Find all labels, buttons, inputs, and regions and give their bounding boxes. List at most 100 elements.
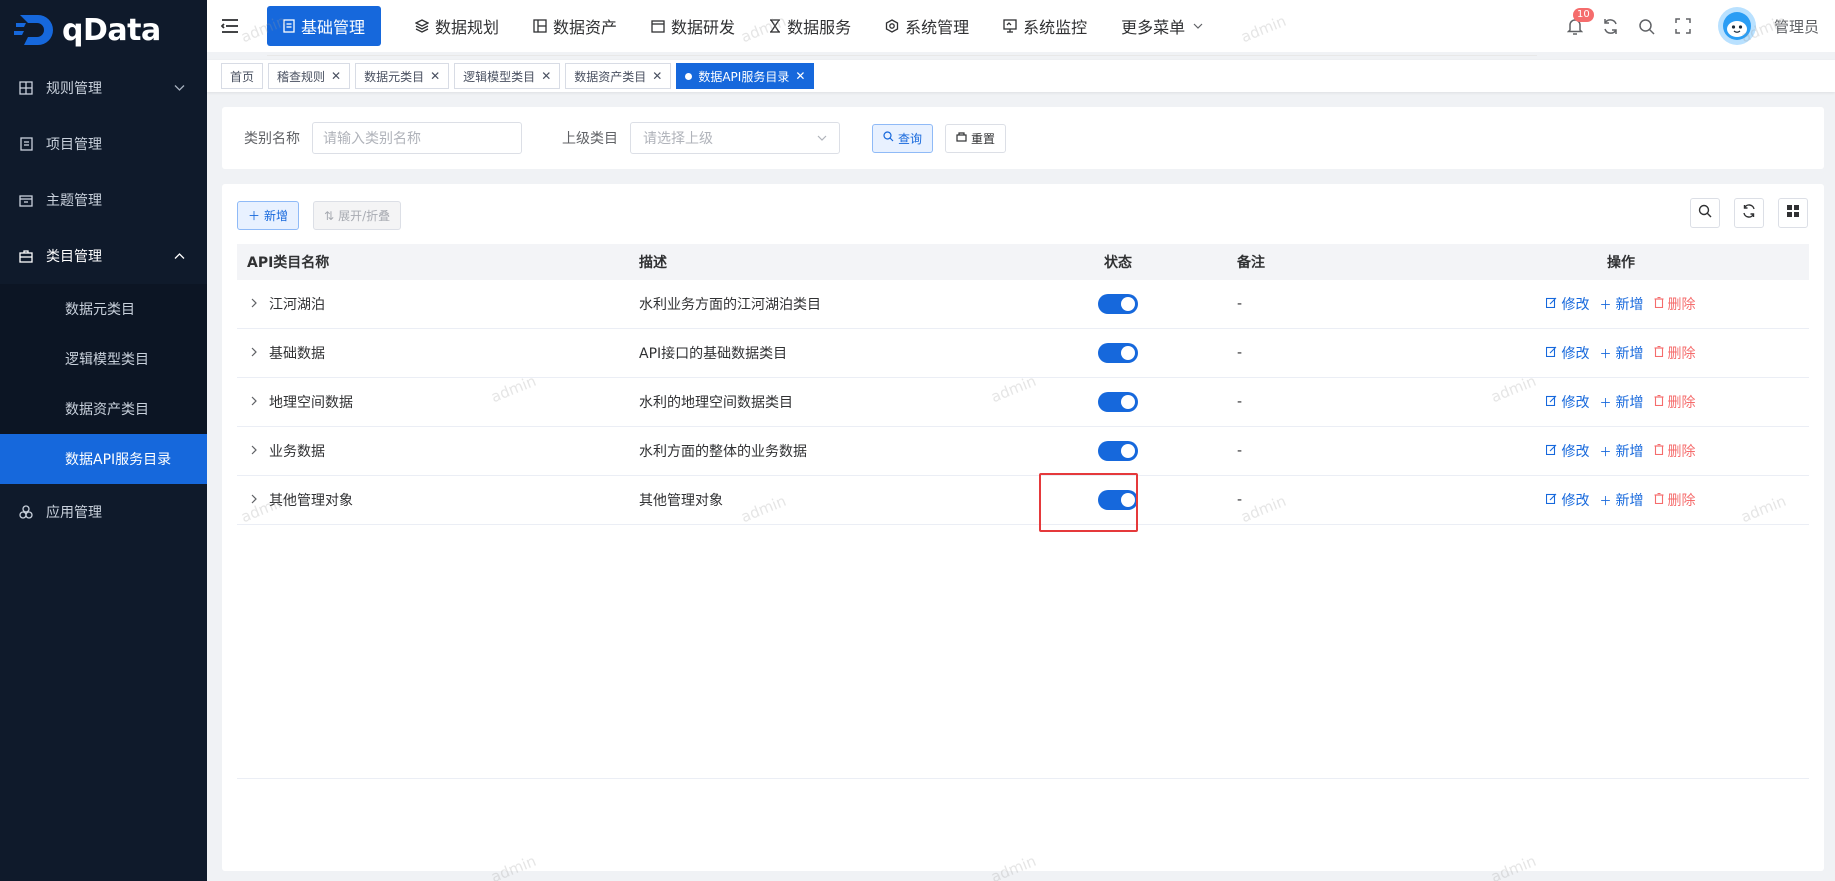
chevron-right-icon[interactable]: [251, 493, 257, 507]
delete-button[interactable]: 删除: [1654, 343, 1696, 363]
action-label: 新增: [1615, 444, 1644, 460]
chevron-right-icon[interactable]: [251, 297, 257, 311]
chevron-right-icon[interactable]: [251, 444, 257, 458]
sidebar-submenu-categories: 数据元类目 逻辑模型类目 数据资产类目 数据API服务目录: [0, 284, 207, 484]
status-switch[interactable]: [1098, 441, 1138, 461]
actions-cell: 修改 ＋新增 删除: [1433, 294, 1809, 314]
sidebar-item-categories[interactable]: 类目管理: [0, 228, 207, 284]
status-switch[interactable]: [1098, 294, 1138, 314]
edit-button[interactable]: 修改: [1546, 392, 1589, 412]
nav-label: 数据研发: [671, 18, 736, 37]
remark-cell: -: [1237, 296, 1243, 312]
tag-data-asset-category[interactable]: 数据资产类目 ✕: [565, 63, 672, 89]
reset-button[interactable]: 重置: [945, 123, 1007, 153]
action-label: 修改: [1561, 346, 1590, 362]
add-child-button[interactable]: ＋新增: [1599, 392, 1643, 412]
close-icon[interactable]: ✕: [430, 69, 440, 83]
nav-basic-management[interactable]: 基础管理: [267, 6, 382, 46]
sidebar-item-data-asset-category[interactable]: 数据资产类目: [0, 384, 207, 434]
tag-label: 数据元类目: [364, 69, 425, 84]
tag-label: 稽查规则: [277, 69, 326, 84]
delete-button[interactable]: 删除: [1654, 392, 1696, 412]
tag-logic-model-category[interactable]: 逻辑模型类目 ✕: [454, 63, 561, 89]
table-card: ＋ 新增 ⇅ 展开/折叠 API类目名称 描述 状态 备注 操作 江河湖泊 水利业…: [222, 184, 1824, 871]
toggle-search-button[interactable]: [1690, 198, 1720, 228]
close-icon[interactable]: ✕: [541, 69, 551, 83]
remark-cell: -: [1237, 492, 1243, 508]
sidebar-item-topics[interactable]: 主题管理: [0, 172, 207, 228]
nav-data-development[interactable]: 数据研发: [635, 6, 751, 46]
add-button[interactable]: ＋ 新增: [237, 201, 300, 230]
tag-data-element-category[interactable]: 数据元类目 ✕: [355, 63, 450, 89]
table-row: 地理空间数据 水利的地理空间数据类目 - 修改 ＋新增 删除: [237, 378, 1809, 427]
menu-toggle-icon[interactable]: [220, 18, 239, 34]
tag-audit-rules[interactable]: 稽查规则 ✕: [268, 63, 351, 89]
action-label: 新增: [1615, 493, 1644, 509]
refresh-icon[interactable]: [1602, 17, 1620, 35]
query-button[interactable]: 查询: [872, 123, 934, 153]
delete-button[interactable]: 删除: [1654, 490, 1696, 510]
nav-label: 更多菜单: [1121, 18, 1186, 37]
fullscreen-icon[interactable]: [1674, 17, 1692, 35]
status-cell: [1033, 392, 1203, 412]
edit-button[interactable]: 修改: [1546, 490, 1589, 510]
edit-button[interactable]: 修改: [1546, 294, 1589, 314]
tag-api-service-catalog[interactable]: 数据API服务目录 ✕: [676, 63, 815, 89]
close-icon[interactable]: ✕: [331, 69, 341, 83]
sidebar-item-rules[interactable]: 规则管理: [0, 60, 207, 116]
sidebar-item-label: 项目管理: [46, 137, 102, 153]
name-cell: 江河湖泊: [237, 294, 637, 314]
sidebar-item-logic-model-category[interactable]: 逻辑模型类目: [0, 334, 207, 384]
edit-button[interactable]: 修改: [1546, 343, 1589, 363]
trash-icon: [1654, 492, 1664, 507]
chevron-right-icon[interactable]: [251, 346, 257, 360]
status-switch[interactable]: [1098, 343, 1138, 363]
sidebar-item-apps[interactable]: 应用管理: [0, 484, 207, 540]
nav-data-planning[interactable]: 数据规划: [399, 6, 515, 46]
switch-knob: [1121, 395, 1135, 409]
tag-home[interactable]: 首页: [221, 63, 264, 89]
avatar[interactable]: [1717, 7, 1756, 45]
nav-system-management[interactable]: 系统管理: [869, 6, 985, 46]
action-label: 新增: [1615, 297, 1644, 313]
category-name-input[interactable]: 请输入类别名称: [312, 122, 522, 154]
table-row: 基础数据 API接口的基础数据类目 - 修改 ＋新增 删除: [237, 329, 1809, 378]
nav-data-services[interactable]: 数据服务: [753, 6, 867, 46]
switch-knob: [1121, 346, 1135, 360]
bell-icon[interactable]: 10: [1566, 8, 1594, 35]
close-icon[interactable]: ✕: [652, 69, 662, 83]
add-child-button[interactable]: ＋新增: [1599, 294, 1643, 314]
sidebar: qData 规则管理 项目管理 主题管理 类目管理 数据元类目 逻辑模型类目 数…: [0, 0, 207, 881]
delete-button[interactable]: 删除: [1654, 294, 1696, 314]
status-switch[interactable]: [1098, 490, 1138, 510]
document-icon: [283, 19, 295, 33]
delete-button[interactable]: 删除: [1654, 441, 1696, 461]
database-icon: [533, 19, 547, 33]
active-dot-icon: [685, 72, 693, 80]
search-icon[interactable]: [1638, 17, 1656, 35]
sidebar-item-data-element-category[interactable]: 数据元类目: [0, 284, 207, 334]
chevron-right-icon[interactable]: [251, 395, 257, 409]
nav-system-monitor[interactable]: 系统监控: [987, 6, 1103, 46]
username[interactable]: 管理员: [1774, 16, 1819, 37]
columns-button[interactable]: [1778, 198, 1808, 228]
add-child-button[interactable]: ＋新增: [1599, 343, 1643, 363]
table-row: 业务数据 水利方面的整体的业务数据 - 修改 ＋新增 删除: [237, 427, 1809, 476]
parent-category-select[interactable]: 请选择上级: [630, 122, 840, 154]
sidebar-item-projects[interactable]: 项目管理: [0, 116, 207, 172]
switch-knob: [1121, 493, 1135, 507]
sidebar-item-api-service-catalog[interactable]: 数据API服务目录: [0, 434, 207, 484]
add-child-button[interactable]: ＋新增: [1599, 441, 1643, 461]
logo[interactable]: qData: [0, 0, 207, 60]
plus-icon: ＋: [1599, 297, 1612, 312]
action-label: 新增: [1615, 395, 1644, 411]
close-icon[interactable]: ✕: [795, 69, 805, 83]
plus-icon: ＋: [1599, 493, 1612, 508]
nav-more-menu[interactable]: 更多菜单: [1105, 6, 1219, 46]
add-child-button[interactable]: ＋新增: [1599, 490, 1643, 510]
refresh-table-button[interactable]: [1734, 198, 1764, 228]
expand-collapse-button[interactable]: ⇅ 展开/折叠: [313, 201, 402, 230]
nav-data-assets[interactable]: 数据资产: [517, 6, 633, 46]
status-switch[interactable]: [1098, 392, 1138, 412]
edit-button[interactable]: 修改: [1546, 441, 1589, 461]
